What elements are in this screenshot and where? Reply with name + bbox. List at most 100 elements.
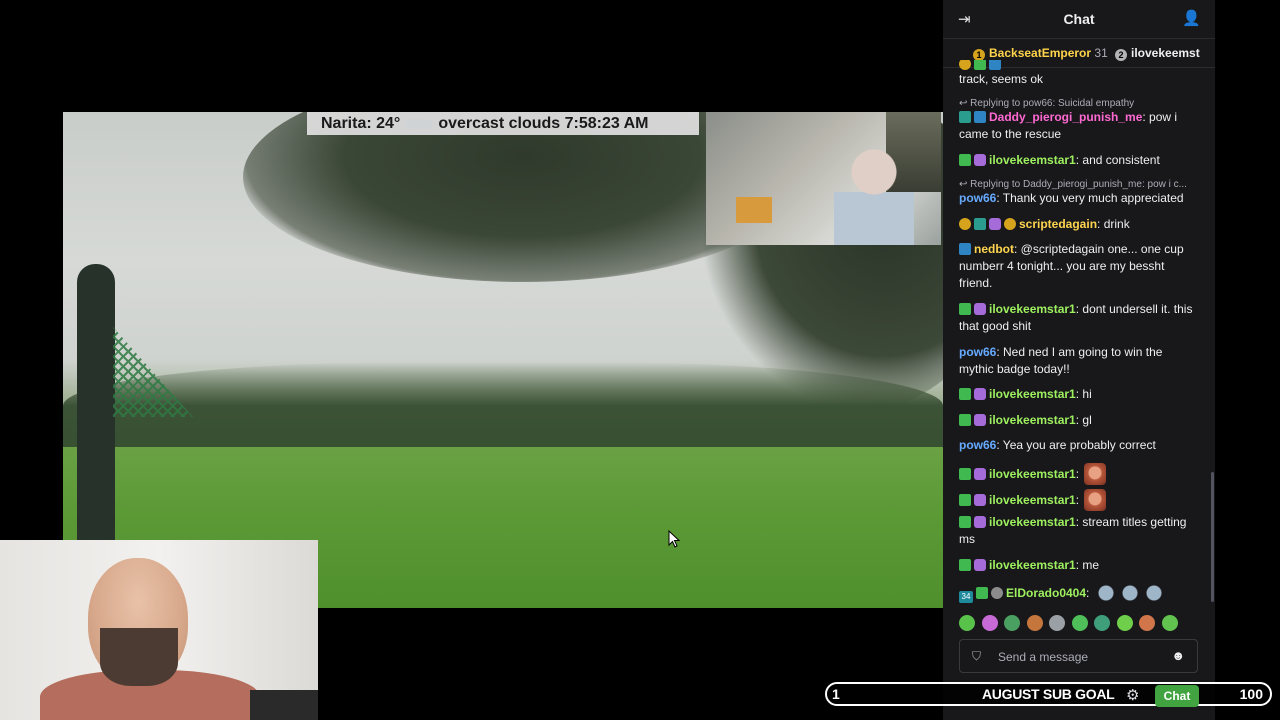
reply-context[interactable]: ↩ Replying to Daddy_pierogi_punish_me: p… [959, 179, 1199, 190]
emote-icon[interactable] [1116, 614, 1133, 631]
weather-location: Narita: 24° [321, 115, 401, 132]
badge-icon [959, 60, 971, 70]
username[interactable]: ilovekeemstar1 [989, 467, 1076, 481]
chat-header: ⇥ Chat 👤 [943, 0, 1215, 39]
smile-icon[interactable]: ☻ [1171, 648, 1185, 663]
sub-badge-icon [974, 303, 986, 315]
username[interactable]: ilovekeemstar1 [989, 153, 1076, 167]
message-text: me [1082, 558, 1100, 572]
username[interactable]: ilovekeemstar1 [989, 558, 1076, 572]
emote-icon[interactable] [1139, 614, 1155, 631]
username[interactable]: pow66 [959, 345, 996, 359]
emote-suggestions [959, 614, 1199, 636]
bird-emote-icon [1118, 582, 1141, 604]
streamer-beard [100, 628, 178, 686]
bird-emote-icon [1142, 582, 1165, 604]
gift-badge-icon [959, 468, 971, 480]
gift-badge-icon [959, 154, 971, 166]
face-emote-icon [1084, 489, 1107, 511]
emote-icon[interactable] [1071, 614, 1088, 631]
leaderboard-item[interactable]: 1 BackseatEmperor 31 [973, 46, 1108, 61]
emote-icon[interactable] [1094, 614, 1110, 631]
username[interactable]: ilovekeemstar1 [989, 493, 1076, 507]
sub-badge-icon [974, 559, 986, 571]
streamer-webcam [0, 540, 318, 720]
chat-input-box[interactable]: ⛉ ☻ [959, 639, 1198, 673]
chat-scrollbar[interactable] [1211, 472, 1214, 602]
chat-message: ilovekeemstar1: and consistent [959, 152, 1199, 169]
emote-icon[interactable] [1026, 614, 1043, 631]
reply-text: Replying to pow66: Suicidal empathy [970, 98, 1135, 109]
bot-badge-icon [959, 243, 971, 255]
shield-icon[interactable]: ⛉ [972, 649, 981, 664]
username[interactable]: ilovekeemstar1 [989, 387, 1076, 401]
chat-message: ilovekeemstar1: stream titles getting ms [959, 515, 1187, 546]
weather-overlay: Narita: 24° overcast clouds 7:58:23 AM [307, 112, 699, 135]
username[interactable]: nedbot [974, 242, 1014, 256]
username[interactable]: scriptedagain [1019, 217, 1097, 231]
emote-icon[interactable] [981, 614, 998, 631]
chat-message: scriptedagain: drink [959, 216, 1199, 233]
chat-message: ilovekeemstar1: me [959, 557, 1199, 574]
message-text: Thank you very much appreciated [1002, 191, 1184, 205]
chat-message: pow66: Yea you are probably correct [959, 438, 1156, 452]
chat-message: ilovekeemstar1: dont undersell it. this … [959, 302, 1193, 333]
username[interactable]: pow66 [959, 438, 996, 452]
badge-icon [1004, 218, 1016, 230]
emote-icon[interactable] [1161, 614, 1178, 631]
message-text: and consistent [1082, 153, 1160, 167]
username[interactable]: ilovekeemstar1 [989, 515, 1076, 529]
badge-icon [974, 218, 986, 230]
emote-icon[interactable] [959, 614, 975, 631]
gift-badge-icon [959, 516, 971, 528]
users-icon[interactable]: 👤 [1182, 9, 1201, 27]
gear-icon[interactable]: ⚙ [1126, 686, 1139, 704]
message-text: Yea you are probably correct [1002, 438, 1156, 452]
badge-icon [959, 111, 971, 123]
reply-text: Replying to Daddy_pierogi_punish_me: pow… [970, 179, 1187, 190]
sub-badge-icon [974, 154, 986, 166]
gift-badge-icon [959, 494, 971, 506]
badge-icon [959, 218, 971, 230]
chat-message: nedbot: @scriptedagain one... one cup nu… [959, 242, 1184, 290]
chat-message: ilovekeemstar1: [959, 463, 1199, 485]
sub-badge-icon [974, 494, 986, 506]
sub-badge-icon [974, 468, 986, 480]
username[interactable]: pow66 [959, 191, 996, 205]
chat-message: pow66: Thank you very much appreciated [959, 191, 1184, 205]
emote-icon[interactable] [1049, 614, 1065, 631]
sub-badge-icon [974, 388, 986, 400]
chat-message: 34 ElDorado0404: [959, 582, 1199, 604]
leaderboard-item[interactable]: 2 ilovekeemst [1115, 46, 1200, 61]
chat-message: ilovekeemstar1: hi [959, 386, 1199, 403]
gift-badge-icon [959, 414, 971, 426]
badge-icon [989, 218, 1001, 230]
chat-title: Chat [1063, 11, 1095, 27]
username[interactable]: ElDorado0404 [1006, 586, 1086, 600]
sub-badge-icon [974, 414, 986, 426]
inset-webcam [706, 112, 941, 245]
badge-icon [989, 60, 1001, 70]
reply-context[interactable]: ↩ Replying to pow66: Suicidal empathy [959, 98, 1199, 109]
leaderboard-count: 31 [1094, 46, 1108, 60]
chat-panel: ⇥ Chat 👤 1 BackseatEmperor 31 2 ilovekeems… [943, 0, 1215, 720]
username[interactable]: ilovekeemstar1 [989, 413, 1076, 427]
chat-input[interactable] [996, 647, 1170, 667]
chair [250, 690, 318, 720]
cursor-icon [668, 530, 680, 548]
sub-badge-icon [974, 516, 986, 528]
gift-badge-icon [976, 587, 988, 599]
emote-icon[interactable] [1004, 614, 1020, 631]
bird-emote-icon [1094, 582, 1117, 604]
box [736, 197, 772, 223]
chat-send-button[interactable]: Chat [1155, 685, 1199, 707]
username[interactable]: ilovekeemstar1 [989, 302, 1076, 316]
cloud-icon [406, 118, 433, 129]
weather-text: overcast clouds 7:58:23 AM [438, 115, 649, 132]
message-text: gl [1082, 413, 1092, 427]
face-emote-icon [1084, 463, 1107, 485]
gift-badge-icon [959, 559, 971, 571]
username[interactable]: Daddy_pierogi_punish_me [989, 110, 1142, 124]
chat-message: ilovekeemstar1: [959, 489, 1199, 511]
gift-badge-icon [959, 388, 971, 400]
